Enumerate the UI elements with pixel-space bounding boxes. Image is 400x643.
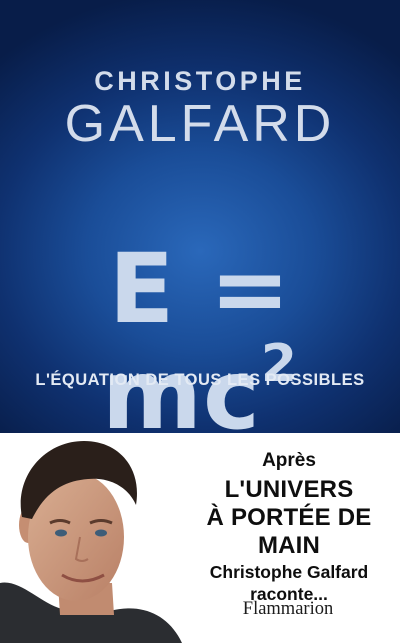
promo-previous-title-line1: L'UNIVERS [224,476,354,503]
author-last-name: GALFARD [64,95,336,153]
book-subtitle: L'ÉQUATION DE TOUS LES POSSIBLES [35,371,365,389]
author-portrait-photo [0,441,182,643]
book-title-equation: E = mc2 [0,236,400,448]
author-first-name: CHRISTOPHE [94,66,306,96]
promo-text: Après L'UNIVERS À PORTÉE DE MAIN Christo… [178,433,400,605]
cover-bottom-band: Après L'UNIVERS À PORTÉE DE MAIN Christo… [0,433,400,643]
publisher-name: Flammarion [242,599,334,619]
promo-previous-title-line2: À PORTÉE DE MAIN [206,504,372,559]
promo-line-apres: Après [262,450,316,471]
cover-top-panel: CHRISTOPHE GALFARD E = mc2 L'ÉQUATION DE… [0,0,400,448]
book-cover: CHRISTOPHE GALFARD E = mc2 L'ÉQUATION DE… [0,0,400,643]
